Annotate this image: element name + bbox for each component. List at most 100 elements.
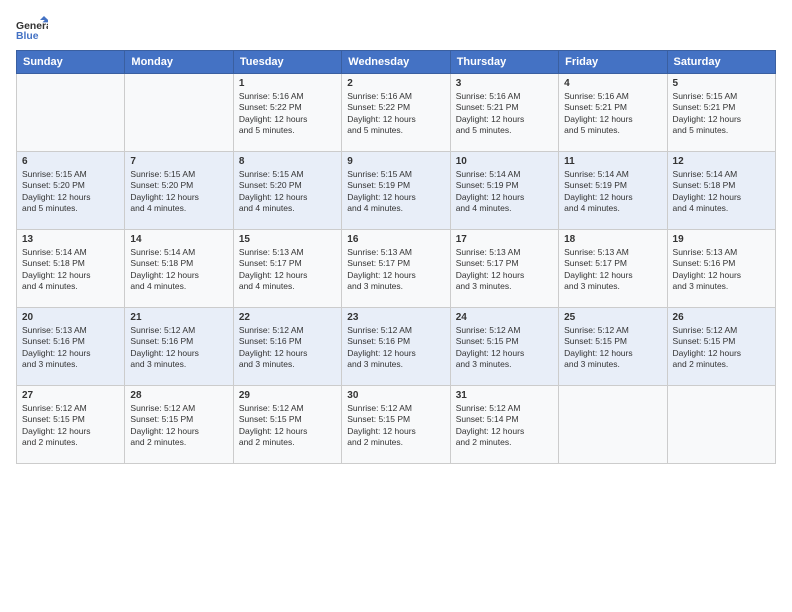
calendar-cell: 10 Sunrise: 5:14 AM Sunset: 5:19 PM Dayli… bbox=[450, 152, 558, 230]
day-number: 8 bbox=[239, 156, 336, 167]
day-info: Sunrise: 5:14 AM Sunset: 5:18 PM Dayligh… bbox=[22, 247, 119, 293]
calendar-cell bbox=[667, 386, 775, 464]
column-header-monday: Monday bbox=[125, 51, 233, 74]
calendar-cell: 13Sunrise: 5:14 AM Sunset: 5:18 PM Dayli… bbox=[17, 230, 125, 308]
day-info: Sunrise: 5:15 AM Sunset: 5:19 PM Dayligh… bbox=[347, 169, 444, 215]
column-header-thursday: Thursday bbox=[450, 51, 558, 74]
day-info: Sunrise: 5:13 AM Sunset: 5:17 PM Dayligh… bbox=[347, 247, 444, 293]
calendar-cell bbox=[559, 386, 667, 464]
logo: General Blue bbox=[16, 16, 48, 44]
day-number: 26 bbox=[673, 312, 770, 323]
day-number: 28 bbox=[130, 390, 227, 401]
day-info: Sunrise: 5:15 AM Sunset: 5:20 PM Dayligh… bbox=[130, 169, 227, 215]
calendar-cell: 25Sunrise: 5:12 AM Sunset: 5:15 PM Dayli… bbox=[559, 308, 667, 386]
day-number: 7 bbox=[130, 156, 227, 167]
day-number: 20 bbox=[22, 312, 119, 323]
day-number: 19 bbox=[673, 234, 770, 245]
column-header-sunday: Sunday bbox=[17, 51, 125, 74]
day-number: 29 bbox=[239, 390, 336, 401]
calendar-cell: 1 Sunrise: 5:16 AM Sunset: 5:22 PM Daylig… bbox=[233, 74, 341, 152]
calendar-cell: 2 Sunrise: 5:16 AM Sunset: 5:22 PM Daylig… bbox=[342, 74, 450, 152]
day-info: Sunrise: 5:12 AM Sunset: 5:15 PM Dayligh… bbox=[456, 325, 553, 371]
day-number: 10 bbox=[456, 156, 553, 167]
day-number: 14 bbox=[130, 234, 227, 245]
day-info: Sunrise: 5:12 AM Sunset: 5:14 PM Dayligh… bbox=[456, 403, 553, 449]
calendar-cell: 5 Sunrise: 5:15 AM Sunset: 5:21 PM Daylig… bbox=[667, 74, 775, 152]
day-number: 12 bbox=[673, 156, 770, 167]
calendar-cell: 21 Sunrise: 5:12 AM Sunset: 5:16 PM Dayli… bbox=[125, 308, 233, 386]
column-header-wednesday: Wednesday bbox=[342, 51, 450, 74]
calendar-cell: 22Sunrise: 5:12 AM Sunset: 5:16 PM Dayli… bbox=[233, 308, 341, 386]
day-info: Sunrise: 5:16 AM Sunset: 5:21 PM Dayligh… bbox=[456, 91, 553, 137]
logo-icon: General Blue bbox=[16, 16, 48, 44]
calendar-cell: 8 Sunrise: 5:15 AM Sunset: 5:20 PM Daylig… bbox=[233, 152, 341, 230]
day-number: 23 bbox=[347, 312, 444, 323]
day-number: 1 bbox=[239, 78, 336, 89]
week-row-2: 6 Sunrise: 5:15 AM Sunset: 5:20 PM Daylig… bbox=[17, 152, 776, 230]
day-number: 15 bbox=[239, 234, 336, 245]
day-info: Sunrise: 5:16 AM Sunset: 5:22 PM Dayligh… bbox=[347, 91, 444, 137]
day-number: 5 bbox=[673, 78, 770, 89]
day-number: 30 bbox=[347, 390, 444, 401]
calendar-table: SundayMondayTuesdayWednesdayThursdayFrid… bbox=[16, 50, 776, 464]
day-number: 3 bbox=[456, 78, 553, 89]
calendar-cell: 3 Sunrise: 5:16 AM Sunset: 5:21 PM Daylig… bbox=[450, 74, 558, 152]
day-number: 6 bbox=[22, 156, 119, 167]
calendar-cell: 27 Sunrise: 5:12 AM Sunset: 5:15 PM Dayli… bbox=[17, 386, 125, 464]
day-number: 2 bbox=[347, 78, 444, 89]
calendar-cell: 24Sunrise: 5:12 AM Sunset: 5:15 PM Dayli… bbox=[450, 308, 558, 386]
week-row-5: 27 Sunrise: 5:12 AM Sunset: 5:15 PM Dayli… bbox=[17, 386, 776, 464]
calendar-cell bbox=[17, 74, 125, 152]
calendar-cell: 9 Sunrise: 5:15 AM Sunset: 5:19 PM Daylig… bbox=[342, 152, 450, 230]
calendar-cell: 12 Sunrise: 5:14 AM Sunset: 5:18 PM Dayli… bbox=[667, 152, 775, 230]
day-number: 17 bbox=[456, 234, 553, 245]
week-row-4: 20Sunrise: 5:13 AM Sunset: 5:16 PM Dayli… bbox=[17, 308, 776, 386]
day-number: 11 bbox=[564, 156, 661, 167]
day-number: 27 bbox=[22, 390, 119, 401]
calendar-cell: 18 Sunrise: 5:13 AM Sunset: 5:17 PM Dayli… bbox=[559, 230, 667, 308]
calendar-cell: 26 Sunrise: 5:12 AM Sunset: 5:15 PM Dayli… bbox=[667, 308, 775, 386]
day-info: Sunrise: 5:14 AM Sunset: 5:18 PM Dayligh… bbox=[673, 169, 770, 215]
day-info: Sunrise: 5:12 AM Sunset: 5:15 PM Dayligh… bbox=[22, 403, 119, 449]
day-info: Sunrise: 5:13 AM Sunset: 5:16 PM Dayligh… bbox=[673, 247, 770, 293]
day-info: Sunrise: 5:12 AM Sunset: 5:15 PM Dayligh… bbox=[673, 325, 770, 371]
day-info: Sunrise: 5:12 AM Sunset: 5:16 PM Dayligh… bbox=[347, 325, 444, 371]
day-info: Sunrise: 5:14 AM Sunset: 5:19 PM Dayligh… bbox=[564, 169, 661, 215]
week-row-3: 13Sunrise: 5:14 AM Sunset: 5:18 PM Dayli… bbox=[17, 230, 776, 308]
day-number: 16 bbox=[347, 234, 444, 245]
svg-text:General: General bbox=[16, 21, 48, 32]
calendar-cell: 19 Sunrise: 5:13 AM Sunset: 5:16 PM Dayli… bbox=[667, 230, 775, 308]
svg-text:Blue: Blue bbox=[16, 31, 39, 42]
day-info: Sunrise: 5:12 AM Sunset: 5:16 PM Dayligh… bbox=[130, 325, 227, 371]
calendar-cell: 30 Sunrise: 5:12 AM Sunset: 5:15 PM Dayli… bbox=[342, 386, 450, 464]
day-info: Sunrise: 5:12 AM Sunset: 5:15 PM Dayligh… bbox=[239, 403, 336, 449]
calendar-cell: 23 Sunrise: 5:12 AM Sunset: 5:16 PM Dayli… bbox=[342, 308, 450, 386]
day-info: Sunrise: 5:16 AM Sunset: 5:22 PM Dayligh… bbox=[239, 91, 336, 137]
day-number: 18 bbox=[564, 234, 661, 245]
day-number: 21 bbox=[130, 312, 227, 323]
calendar-cell: 7 Sunrise: 5:15 AM Sunset: 5:20 PM Daylig… bbox=[125, 152, 233, 230]
day-info: Sunrise: 5:12 AM Sunset: 5:15 PM Dayligh… bbox=[347, 403, 444, 449]
calendar-cell: 29 Sunrise: 5:12 AM Sunset: 5:15 PM Dayli… bbox=[233, 386, 341, 464]
calendar-cell: 17Sunrise: 5:13 AM Sunset: 5:17 PM Dayli… bbox=[450, 230, 558, 308]
calendar-cell: 4 Sunrise: 5:16 AM Sunset: 5:21 PM Daylig… bbox=[559, 74, 667, 152]
week-row-1: 1 Sunrise: 5:16 AM Sunset: 5:22 PM Daylig… bbox=[17, 74, 776, 152]
day-info: Sunrise: 5:15 AM Sunset: 5:20 PM Dayligh… bbox=[239, 169, 336, 215]
day-info: Sunrise: 5:12 AM Sunset: 5:15 PM Dayligh… bbox=[130, 403, 227, 449]
day-info: Sunrise: 5:14 AM Sunset: 5:18 PM Dayligh… bbox=[130, 247, 227, 293]
day-number: 22 bbox=[239, 312, 336, 323]
day-info: Sunrise: 5:14 AM Sunset: 5:19 PM Dayligh… bbox=[456, 169, 553, 215]
day-info: Sunrise: 5:16 AM Sunset: 5:21 PM Dayligh… bbox=[564, 91, 661, 137]
calendar-cell: 14 Sunrise: 5:14 AM Sunset: 5:18 PM Dayli… bbox=[125, 230, 233, 308]
day-number: 4 bbox=[564, 78, 661, 89]
day-info: Sunrise: 5:13 AM Sunset: 5:17 PM Dayligh… bbox=[239, 247, 336, 293]
day-number: 31 bbox=[456, 390, 553, 401]
day-info: Sunrise: 5:13 AM Sunset: 5:17 PM Dayligh… bbox=[564, 247, 661, 293]
day-info: Sunrise: 5:15 AM Sunset: 5:20 PM Dayligh… bbox=[22, 169, 119, 215]
calendar-cell: 6 Sunrise: 5:15 AM Sunset: 5:20 PM Daylig… bbox=[17, 152, 125, 230]
column-header-tuesday: Tuesday bbox=[233, 51, 341, 74]
day-number: 9 bbox=[347, 156, 444, 167]
column-header-saturday: Saturday bbox=[667, 51, 775, 74]
day-info: Sunrise: 5:15 AM Sunset: 5:21 PM Dayligh… bbox=[673, 91, 770, 137]
calendar-cell: 16 Sunrise: 5:13 AM Sunset: 5:17 PM Dayli… bbox=[342, 230, 450, 308]
